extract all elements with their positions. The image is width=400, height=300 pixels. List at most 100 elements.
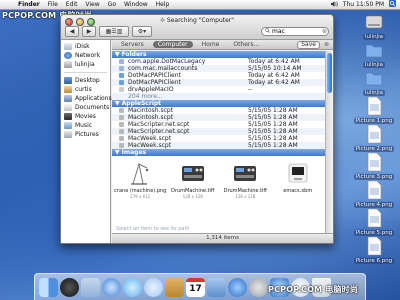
- sidebar-item-music[interactable]: Music: [61, 121, 110, 130]
- desktop-icon-png[interactable]: Picture 3.png: [353, 152, 395, 180]
- crane-thumbnail: [126, 160, 154, 186]
- drive-icon: [64, 61, 72, 68]
- menu-go[interactable]: Go: [104, 1, 120, 8]
- script-file-icon: [119, 122, 124, 127]
- ical-dock-icon[interactable]: 17: [186, 278, 205, 297]
- menu-edit[interactable]: Edit: [62, 1, 82, 8]
- dashboard-dock-icon[interactable]: [60, 278, 79, 297]
- hard-drive-icon: [365, 15, 383, 29]
- sidebar-item-lulinjia[interactable]: lulinjia: [61, 60, 110, 69]
- scrollbar-thumb[interactable]: [327, 53, 332, 93]
- mail-dock-icon[interactable]: [81, 278, 100, 297]
- disclosure-triangle-icon[interactable]: ▼: [115, 51, 120, 58]
- clear-search-icon[interactable]: ⊗: [322, 28, 327, 35]
- more-results-link[interactable]: 204 more...: [112, 93, 326, 100]
- sidebar-item-documents[interactable]: Documents: [61, 103, 110, 112]
- column-view-icon[interactable]: ▥: [117, 28, 123, 35]
- sidebar-item-idisk[interactable]: iDisk: [61, 42, 110, 51]
- results-scrollbar[interactable]: [325, 51, 333, 234]
- result-row[interactable]: MacScripter.net.scpt 5/15/05 1:28 AM: [112, 121, 326, 128]
- result-row[interactable]: DotMacPAPIClient Today at 6:42 AM: [112, 72, 326, 79]
- itunes-dock-icon[interactable]: [144, 278, 163, 297]
- save-search-button[interactable]: Save: [297, 40, 320, 49]
- result-row[interactable]: Macintosh.scpt 5/15/05 1:28 AM: [112, 107, 326, 114]
- sidebar-item-network[interactable]: Network: [61, 51, 110, 60]
- pictures-icon: [64, 131, 72, 138]
- sidebar-item-pictures[interactable]: Pictures: [61, 130, 110, 139]
- close-scope-icon[interactable]: ⊗: [324, 41, 329, 48]
- desktop-icon-png[interactable]: Picture 6.png: [353, 236, 395, 264]
- ichat-dock-icon[interactable]: [123, 278, 142, 297]
- sidebar-item-label: Desktop: [75, 77, 100, 84]
- group-header-applescript[interactable]: ▼ AppleScript: [112, 100, 326, 107]
- script-file-icon: [119, 143, 124, 148]
- disclosure-triangle-icon[interactable]: ▼: [115, 100, 120, 107]
- network-icon: [64, 52, 72, 59]
- desktop-icon-png[interactable]: Picture 5.png: [353, 208, 395, 236]
- desktop-icon-png[interactable]: Picture 1.png: [353, 96, 395, 124]
- sidebar-item-movies[interactable]: Movies: [61, 112, 110, 121]
- result-row[interactable]: MacScripter.net.scpt 5/15/05 1:28 AM: [112, 128, 326, 135]
- sidebar-item-applications[interactable]: Applications: [61, 94, 112, 103]
- image-result[interactable]: DrumMachine.tiff 128 x 128: [221, 160, 269, 199]
- desktop-icon-folder[interactable]: lulinjia: [354, 68, 394, 96]
- desktop-icon-png[interactable]: Picture 4.png: [353, 180, 395, 208]
- menu-finder[interactable]: Finder: [14, 1, 44, 8]
- back-button[interactable]: ◀: [65, 26, 79, 37]
- desktop-icon-drive[interactable]: lulinjia: [354, 12, 394, 40]
- clock[interactable]: Thu 11:50 PM: [343, 1, 384, 8]
- row-name: MacWeek.scpt: [128, 135, 172, 142]
- png-file-icon: [367, 124, 382, 144]
- sidebar-item-desktop[interactable]: Desktop: [61, 76, 110, 85]
- menu-view[interactable]: View: [81, 1, 103, 8]
- system-preferences-dock-icon[interactable]: [249, 278, 268, 297]
- action-menu-button[interactable]: ⚙▾: [132, 26, 152, 37]
- quicktime-dock-icon[interactable]: [228, 278, 247, 297]
- toolbar: ◀ ▶ ▦☰▥ ⚙▾ ⊗: [65, 26, 329, 37]
- desktop-icon-png[interactable]: Picture 2.png: [353, 124, 395, 152]
- disclosure-triangle-icon[interactable]: ▼: [115, 149, 120, 156]
- menu-help[interactable]: Help: [152, 1, 174, 8]
- spotlight-icon[interactable]: [389, 0, 396, 9]
- menu-window[interactable]: Window: [120, 1, 152, 8]
- group-header-folders[interactable]: ▼ Folders: [112, 51, 326, 58]
- more-label[interactable]: 204 more...: [112, 93, 163, 100]
- applescript-group-rows: Macintosh.scpt 5/15/05 1:28 AM Macintosh.…: [112, 107, 326, 149]
- desktop-icon-folder[interactable]: lulinjia: [354, 40, 394, 68]
- finder-search-window: ✲ Searching "Computer" ◀ ▶ ▦☰▥ ⚙▾ ⊗ iDis…: [60, 14, 334, 244]
- result-row[interactable]: com.apple.DotMacLegacy Today at 6:42 AM: [112, 58, 326, 65]
- forward-button[interactable]: ▶: [82, 26, 96, 37]
- script-file-icon: [119, 108, 124, 113]
- window-title-text: Searching "Computer": [166, 17, 235, 24]
- view-mode-control[interactable]: ▦☰▥: [99, 26, 129, 37]
- window-titlebar[interactable]: ✲ Searching "Computer" ◀ ▶ ▦☰▥ ⚙▾ ⊗: [61, 15, 333, 40]
- image-result[interactable]: DrumMachine.tiff 128 x 128: [169, 160, 217, 199]
- sidebar-item-label: lulinjia: [75, 61, 95, 68]
- sidebar-item-label: Documents: [75, 104, 110, 111]
- volume-icon[interactable]: [330, 0, 338, 9]
- scope-servers[interactable]: Servers: [116, 41, 149, 48]
- menu-file[interactable]: File: [44, 1, 62, 8]
- address-book-dock-icon[interactable]: [165, 278, 184, 297]
- group-header-images[interactable]: ▼ Images: [112, 149, 326, 156]
- image-result[interactable]: emacs.xbm: [274, 160, 322, 199]
- sidebar-item-curtis[interactable]: curtis: [61, 85, 110, 94]
- iphoto-dock-icon[interactable]: [207, 278, 226, 297]
- result-row[interactable]: com.mac.mailaccounts 5/15/05 10:14 AM: [112, 65, 326, 72]
- result-row[interactable]: DotMacPAPIClient Today at 6:42 AM: [112, 79, 326, 86]
- finder-dock-icon[interactable]: [39, 278, 58, 297]
- search-field[interactable]: ⊗: [261, 27, 329, 36]
- scope-computer[interactable]: Computer: [152, 41, 193, 48]
- folder-icon: [119, 87, 124, 92]
- scope-others[interactable]: Others...: [228, 41, 264, 48]
- safari-dock-icon[interactable]: [102, 278, 121, 297]
- result-row[interactable]: MacWeek.scpt 5/15/05 1:28 AM: [112, 142, 326, 149]
- result-row[interactable]: MacWeek.scpt 5/15/05 1:28 AM: [112, 135, 326, 142]
- sidebar-divider: [64, 72, 107, 73]
- scope-home[interactable]: Home: [197, 41, 225, 48]
- menu-bar: Finder File Edit View Go Window Help Thu…: [0, 0, 400, 10]
- result-row[interactable]: Macintosh.scpt 5/15/05 1:28 AM: [112, 114, 326, 121]
- search-input[interactable]: [272, 28, 320, 35]
- image-result[interactable]: crane (machine).png 279 x 612: [114, 160, 166, 199]
- result-row[interactable]: drvAppleMacIO --: [112, 86, 326, 93]
